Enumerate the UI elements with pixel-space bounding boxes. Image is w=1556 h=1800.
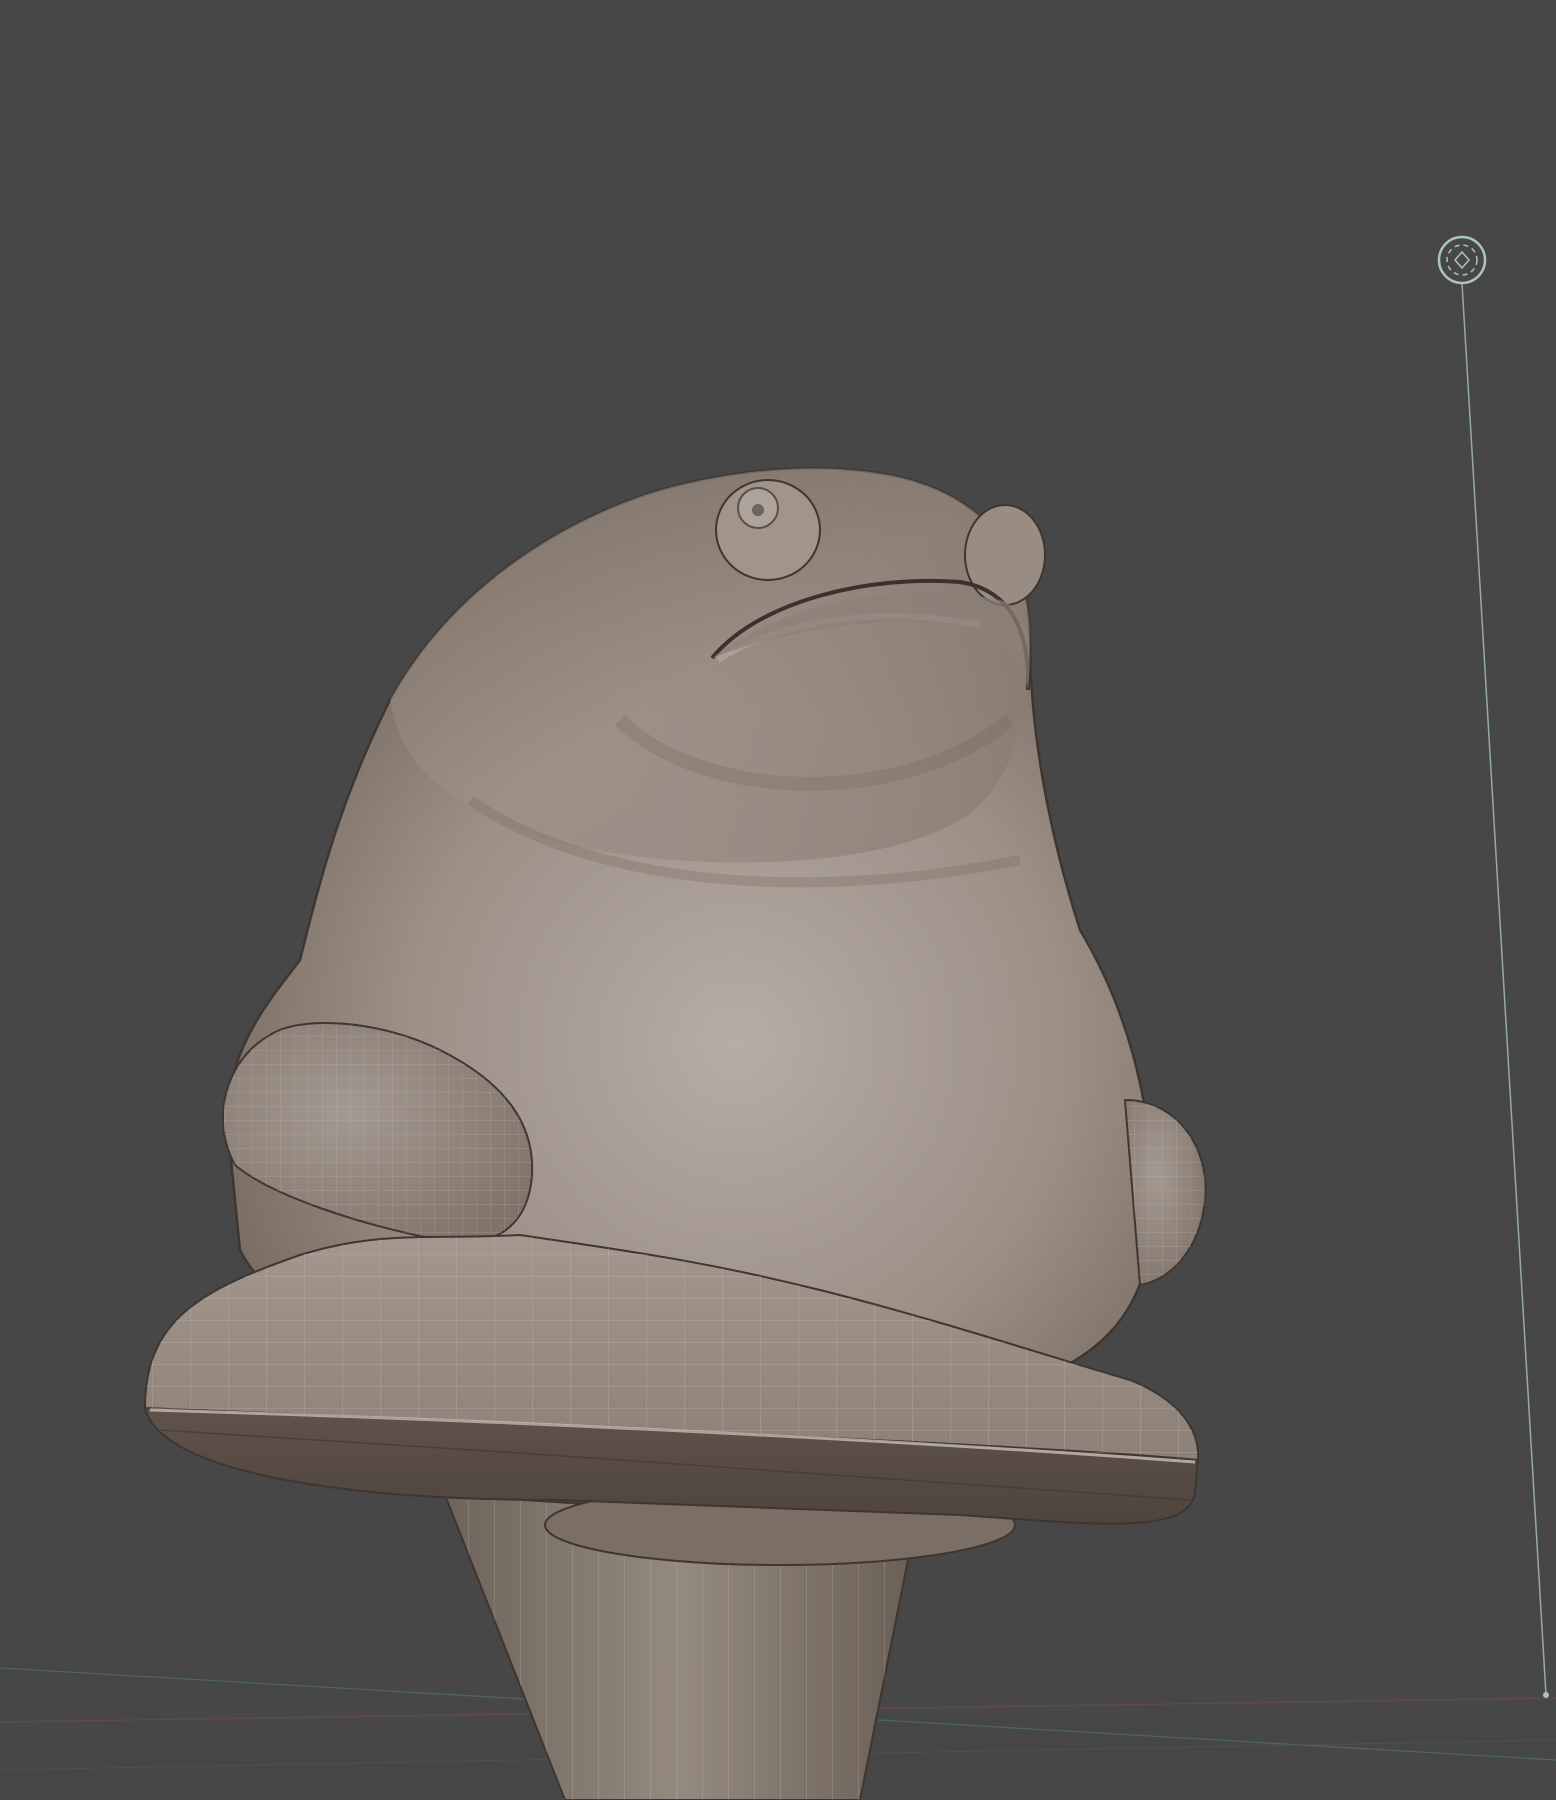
3d-viewport[interactable] [0, 0, 1556, 1800]
light-direction-line [1461, 282, 1547, 1696]
eye-bump-right [964, 504, 1046, 606]
eye-left [715, 479, 821, 581]
light-object[interactable] [1437, 235, 1549, 1698]
arm-right-mesh[interactable] [1123, 1098, 1207, 1287]
light-gizmo-icon[interactable] [1437, 235, 1487, 285]
viewport-canvas[interactable] [0, 0, 1556, 1800]
